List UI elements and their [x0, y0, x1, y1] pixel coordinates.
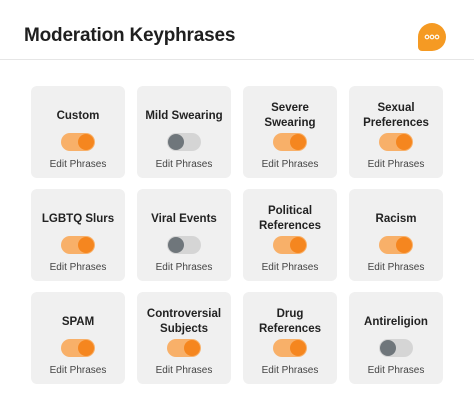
edit-phrases-link[interactable]: Edit Phrases [243, 262, 337, 273]
ellipsis-icon [424, 34, 440, 40]
toggle-knob [396, 237, 412, 253]
category-label: Political References [258, 205, 321, 232]
category-label: Antireligion [364, 315, 428, 328]
category-card-controversial-subjects: Controversial Subjects Edit Phrases [137, 292, 231, 384]
category-label: Controversial Subjects [146, 308, 222, 335]
category-card-custom: Custom Edit Phrases [31, 86, 125, 178]
category-toggle[interactable] [273, 236, 307, 254]
edit-phrases-link[interactable]: Edit Phrases [349, 365, 443, 376]
toggle-knob [290, 340, 306, 356]
category-toggle[interactable] [61, 236, 95, 254]
category-label: SPAM [61, 315, 95, 328]
category-toggle[interactable] [167, 339, 201, 357]
category-label: Custom [56, 109, 100, 122]
toggle-knob [168, 237, 184, 253]
toggle-knob [78, 237, 94, 253]
category-label: Racism [375, 212, 417, 225]
toggle-knob [396, 134, 412, 150]
category-card-severe-swearing: Severe Swearing Edit Phrases [243, 86, 337, 178]
category-card-political-references: Political References Edit Phrases [243, 189, 337, 281]
category-toggle[interactable] [167, 236, 201, 254]
page-title: Moderation Keyphrases [24, 25, 236, 46]
category-card-drug-references: Drug References Edit Phrases [243, 292, 337, 384]
toggle-knob [380, 340, 396, 356]
category-toggle[interactable] [379, 339, 413, 357]
category-label: Viral Events [151, 212, 217, 225]
category-label: Severe Swearing [264, 102, 316, 129]
category-card-mild-swearing: Mild Swearing Edit Phrases [137, 86, 231, 178]
category-card-viral-events: Viral Events Edit Phrases [137, 189, 231, 281]
category-card-antireligion: Antireligion Edit Phrases [349, 292, 443, 384]
category-label: Mild Swearing [145, 109, 223, 122]
edit-phrases-link[interactable]: Edit Phrases [137, 262, 231, 273]
toggle-knob [78, 340, 94, 356]
toggle-knob [78, 134, 94, 150]
edit-phrases-link[interactable]: Edit Phrases [243, 365, 337, 376]
category-label: Sexual Preferences [363, 102, 429, 129]
category-label: Drug References [258, 308, 321, 335]
toggle-knob [290, 237, 306, 253]
edit-phrases-link[interactable]: Edit Phrases [31, 262, 125, 273]
category-toggle[interactable] [379, 133, 413, 151]
toggle-knob [184, 340, 200, 356]
page-header: Moderation Keyphrases [0, 0, 474, 60]
category-toggle[interactable] [61, 133, 95, 151]
category-toggle[interactable] [167, 133, 201, 151]
edit-phrases-link[interactable]: Edit Phrases [137, 159, 231, 170]
category-card-racism: Racism Edit Phrases [349, 189, 443, 281]
category-label: LGBTQ Slurs [41, 212, 115, 225]
category-toggle[interactable] [273, 133, 307, 151]
category-card-sexual-preferences: Sexual Preferences Edit Phrases [349, 86, 443, 178]
chat-bubble-icon[interactable] [418, 23, 446, 51]
toggle-knob [168, 134, 184, 150]
edit-phrases-link[interactable]: Edit Phrases [137, 365, 231, 376]
category-card-spam: SPAM Edit Phrases [31, 292, 125, 384]
keyphrase-category-grid: Custom Edit Phrases Mild Swearing Edit P… [31, 86, 443, 384]
edit-phrases-link[interactable]: Edit Phrases [31, 159, 125, 170]
edit-phrases-link[interactable]: Edit Phrases [349, 159, 443, 170]
edit-phrases-link[interactable]: Edit Phrases [243, 159, 337, 170]
category-toggle[interactable] [273, 339, 307, 357]
category-toggle[interactable] [379, 236, 413, 254]
edit-phrases-link[interactable]: Edit Phrases [31, 365, 125, 376]
category-toggle[interactable] [61, 339, 95, 357]
category-card-lgbtq-slurs: LGBTQ Slurs Edit Phrases [31, 189, 125, 281]
toggle-knob [290, 134, 306, 150]
edit-phrases-link[interactable]: Edit Phrases [349, 262, 443, 273]
